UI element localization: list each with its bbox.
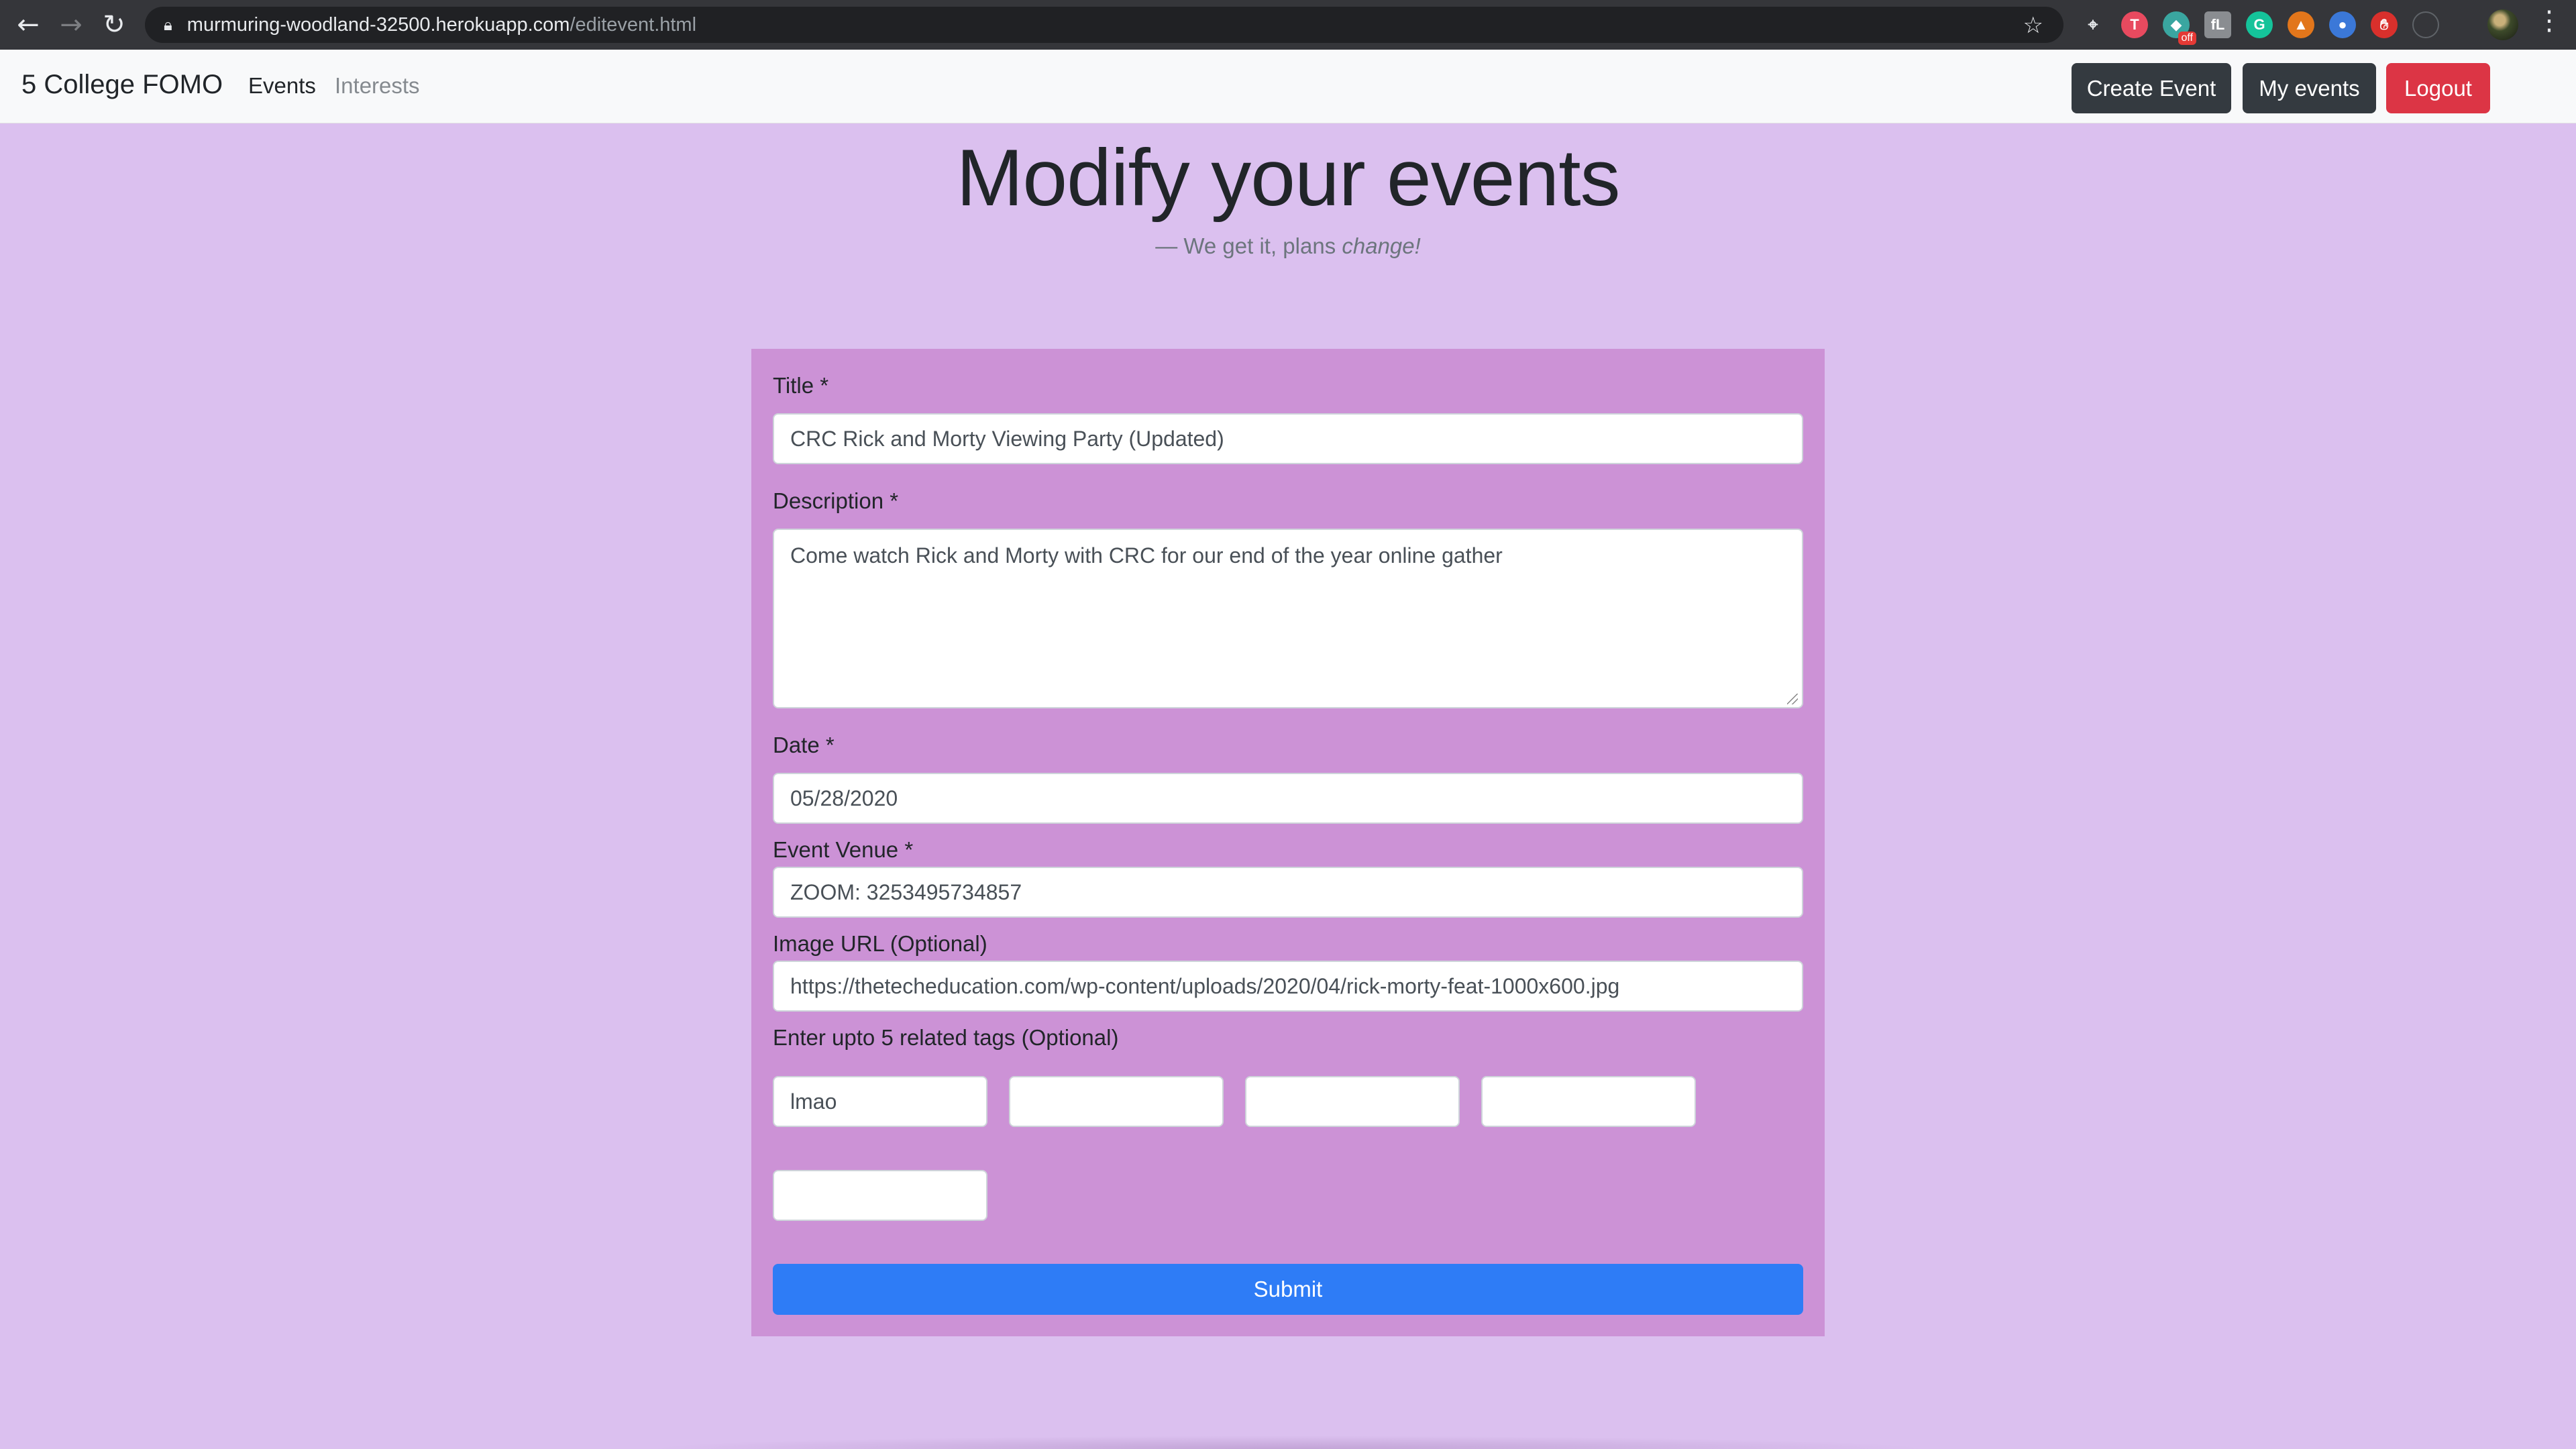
extension-blue-lock-icon[interactable]: ● (2329, 11, 2356, 38)
date-label: Date * (773, 733, 835, 757)
url-host: murmuring-woodland-32500.herokuapp.com (186, 13, 570, 36)
submit-button[interactable]: Submit (773, 1264, 1803, 1315)
metamask-fox-icon[interactable]: ▲ (2288, 11, 2314, 38)
title-input[interactable]: CRC Rick and Morty Viewing Party (Update… (773, 413, 1803, 464)
back-icon[interactable]: ← (7, 0, 50, 50)
resize-grip-icon[interactable] (1787, 694, 1798, 704)
venue-label: Event Venue * (773, 837, 914, 862)
tag-input-3[interactable] (1245, 1076, 1460, 1127)
lock-icon: 🔒︎ (164, 15, 172, 34)
edit-event-form: Title * CRC Rick and Morty Viewing Party… (751, 349, 1825, 1336)
description-textarea[interactable]: Come watch Rick and Morty with CRC for o… (773, 529, 1803, 708)
extension-gray-icon[interactable]: fL (2204, 11, 2231, 38)
profile-avatar[interactable] (2487, 9, 2518, 40)
grammarly-icon[interactable]: G (2246, 11, 2273, 38)
location-pin-icon[interactable]: ⌖ (2080, 11, 2106, 38)
nav-events-link[interactable]: Events (248, 73, 316, 99)
extension-red-hand-icon[interactable]: ✋︎ (2371, 11, 2398, 38)
footer-shadow (644, 1436, 1932, 1449)
tag-input-2[interactable] (1009, 1076, 1224, 1127)
nav-interests-link[interactable]: Interests (335, 73, 420, 99)
url-path: /editevent.html (570, 13, 697, 36)
brand-logo[interactable]: 5 College FOMO (21, 70, 223, 100)
forward-icon[interactable]: → (50, 0, 93, 50)
title-label: Title * (773, 373, 829, 398)
browser-menu-icon[interactable]: ⋮ (2536, 5, 2563, 36)
description-label: Description * (773, 488, 899, 513)
extension-red-icon[interactable]: T (2121, 11, 2148, 38)
create-event-button[interactable]: Create Event (2072, 63, 2231, 113)
bookmark-star-icon[interactable]: ☆ (2023, 12, 2043, 39)
tag-input-1[interactable]: lmao (773, 1076, 987, 1127)
image-url-input[interactable]: https://thetecheducation.com/wp-content/… (773, 961, 1803, 1012)
my-events-button[interactable]: My events (2243, 63, 2376, 113)
browser-toolbar: ← → ↻ 🔒︎ murmuring-woodland-32500.heroku… (0, 0, 2576, 50)
page-tagline: — We get it, plans change! (0, 233, 2576, 259)
description-text: Come watch Rick and Morty with CRC for o… (790, 543, 1503, 568)
logout-button[interactable]: Logout (2386, 63, 2490, 113)
extension-dim-circle-icon[interactable] (2412, 11, 2439, 38)
image-url-label: Image URL (Optional) (773, 931, 987, 956)
extension-off-badge: off (2178, 32, 2196, 45)
tagline-text: — We get it, plans (1155, 233, 1342, 258)
reload-icon[interactable]: ↻ (93, 0, 136, 50)
page-title: Modify your events (956, 133, 1620, 223)
extension-teal-icon[interactable]: ◆ off (2163, 11, 2196, 45)
date-input[interactable]: 05/28/2020 (773, 773, 1803, 824)
tagline-emphasis: change! (1342, 233, 1421, 258)
extensions-tray: ⌖ T ◆ off fL G ▲ ● ✋︎ (2080, 9, 2439, 45)
address-bar[interactable]: 🔒︎ murmuring-woodland-32500.herokuapp.co… (145, 7, 2063, 43)
site-navbar: 5 College FOMO Events Interests Create E… (0, 50, 2576, 123)
tag-input-4[interactable] (1481, 1076, 1696, 1127)
tags-label: Enter upto 5 related tags (Optional) (773, 1025, 1119, 1050)
venue-input[interactable]: ZOOM: 3253495734857 (773, 867, 1803, 918)
tag-input-5[interactable] (773, 1170, 987, 1221)
